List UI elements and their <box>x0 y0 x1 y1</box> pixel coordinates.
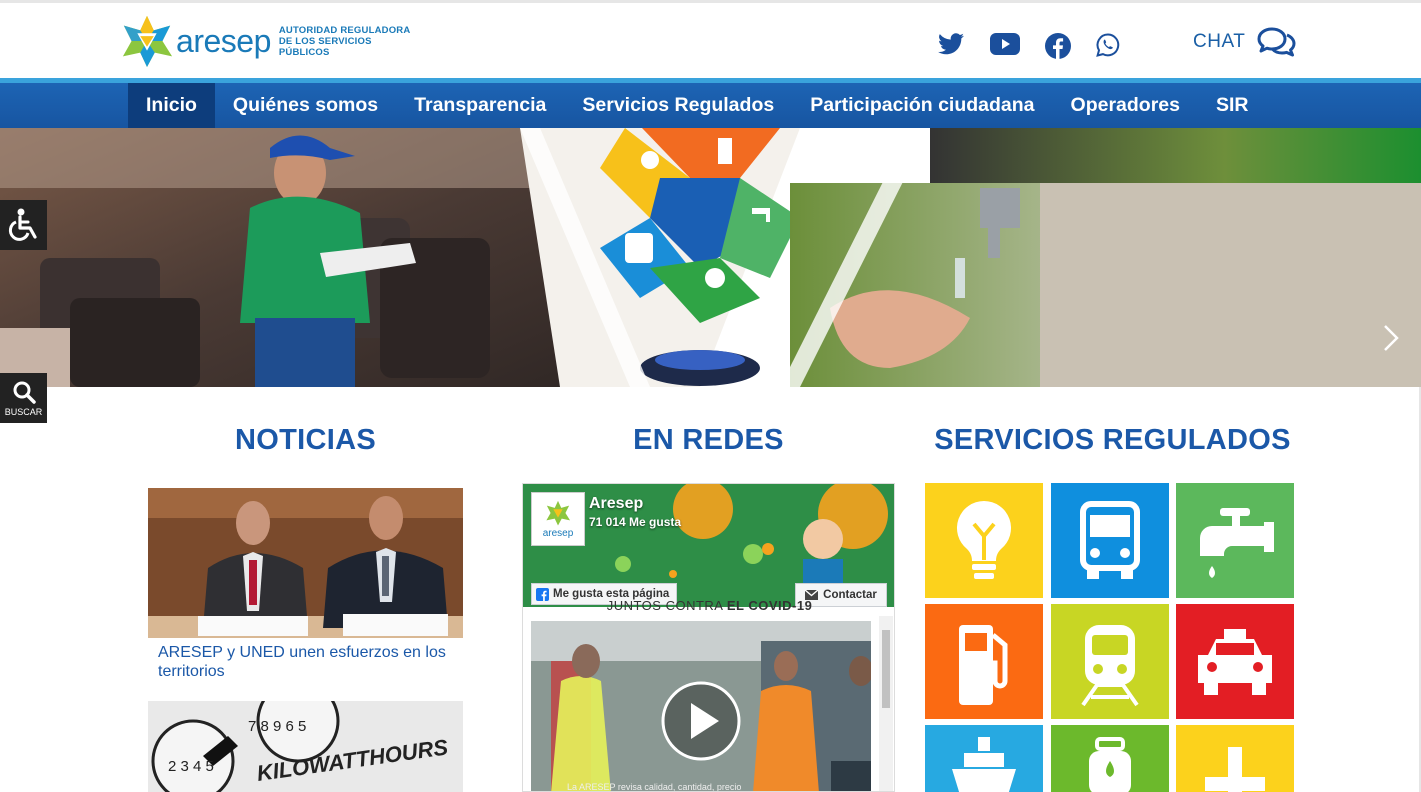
accessibility-button[interactable] <box>0 200 47 250</box>
fuel-pump-icon <box>959 624 1008 705</box>
logo-tagline: AUTORIDAD REGULADORA DE LOS SERVICIOS PÚ… <box>279 25 420 58</box>
svg-text:2 3 4 5: 2 3 4 5 <box>168 758 214 775</box>
chat-button[interactable]: CHAT <box>1193 25 1297 59</box>
water-tap-icon <box>1200 507 1274 578</box>
service-tile-mas[interactable] <box>1176 725 1294 792</box>
service-tile-agua[interactable] <box>1176 483 1294 598</box>
tagline-line-2: DE LOS SERVICIOS PÚBLICOS <box>278 35 372 58</box>
service-tile-gas[interactable] <box>1051 725 1169 792</box>
nav-item-sir[interactable]: SIR <box>1198 83 1267 128</box>
service-tile-electricidad[interactable] <box>925 483 1043 598</box>
nav-item-participacion-ciudadana[interactable]: Participación ciudadana <box>792 83 1052 128</box>
video-caption: La ARESEP revisa calidad, cantidad, prec… <box>567 782 742 792</box>
nav-item-inicio[interactable]: Inicio <box>128 83 215 128</box>
nav-item-transparencia[interactable]: Transparencia <box>396 83 564 128</box>
news-image-aresep-uned[interactable] <box>148 488 463 638</box>
news-link-aresep-uned[interactable]: ARESEP y UNED unen esfuerzos en los terr… <box>158 643 458 681</box>
nav-item-servicios-regulados[interactable]: Servicios Regulados <box>564 83 792 128</box>
scrollbar-thumb[interactable] <box>882 630 890 708</box>
banner-text-b: EL COVID-19 <box>726 598 813 613</box>
ship-icon <box>952 737 1016 792</box>
svg-text:7 8 9 6 5: 7 8 9 6 5 <box>248 718 306 735</box>
gas-cylinder-icon <box>1089 737 1131 792</box>
aresep-star-icon <box>546 500 571 526</box>
tagline-line-1: AUTORIDAD REGULADORA <box>278 24 411 36</box>
nav-item-operadores[interactable]: Operadores <box>1053 83 1198 128</box>
service-tile-combustibles[interactable] <box>925 604 1043 719</box>
chat-label: CHAT <box>1193 31 1246 52</box>
facebook-widget-scrollbar[interactable] <box>879 616 893 791</box>
service-tile-taxi[interactable] <box>1176 604 1294 719</box>
bus-icon <box>1080 500 1140 579</box>
plus-icon <box>1205 747 1265 792</box>
main-nav: Inicio Quiénes somos Transparencia Servi… <box>0 83 1421 128</box>
facebook-icon[interactable] <box>1045 33 1071 59</box>
facebook-like-count: 71 014 Me gusta <box>589 515 682 529</box>
service-tile-cabotaje[interactable] <box>925 725 1043 792</box>
hero-image <box>0 128 1421 387</box>
services-section-title: SERVICIOS REGULADOS <box>934 424 1291 456</box>
chat-bubbles-icon <box>1257 27 1296 57</box>
facebook-page-widget: aresep Aresep 71 014 Me gusta Me gusta e… <box>522 483 895 792</box>
facebook-page-avatar[interactable]: aresep <box>531 492 585 546</box>
site-header: aresep AUTORIDAD REGULADORA DE LOS SERVI… <box>0 3 1421 78</box>
carousel-next-icon[interactable] <box>1375 323 1405 353</box>
logo-star-icon <box>122 15 173 68</box>
hero-banner <box>0 128 1421 387</box>
train-icon <box>1081 624 1139 706</box>
facebook-video-post[interactable]: La ARESEP revisa calidad, cantidad, prec… <box>531 621 871 792</box>
youtube-icon[interactable] <box>990 33 1020 55</box>
search-button[interactable]: BUSCAR <box>0 373 47 423</box>
whatsapp-icon[interactable] <box>1096 33 1120 57</box>
banner-text-a: JUNTOS CONTRA <box>606 598 727 613</box>
logo-wordmark: aresep <box>176 22 271 59</box>
aresep-logo[interactable]: aresep AUTORIDAD REGULADORA DE LOS SERVI… <box>120 11 420 71</box>
avatar-text: aresep <box>542 527 574 539</box>
service-tile-tren[interactable] <box>1051 604 1169 719</box>
social-section-title: EN REDES <box>633 424 784 456</box>
wheelchair-icon <box>8 208 37 241</box>
news-image-electric-meter[interactable]: 2 3 4 5 7 8 9 6 5 KILOWATTHOURS <box>148 701 463 792</box>
taxi-icon <box>1198 628 1272 695</box>
news-section-title: NOTICIAS <box>235 424 376 456</box>
search-icon <box>13 381 36 404</box>
twitter-icon[interactable] <box>938 33 964 55</box>
search-label: BUSCAR <box>4 406 43 417</box>
nav-item-quienes-somos[interactable]: Quiénes somos <box>215 83 396 128</box>
facebook-page-name[interactable]: Aresep <box>589 495 643 513</box>
covid-banner-strip: JUNTOS CONTRA EL COVID-19 <box>523 598 894 613</box>
lightbulb-icon <box>956 500 1012 579</box>
service-tile-autobus[interactable] <box>1051 483 1169 598</box>
